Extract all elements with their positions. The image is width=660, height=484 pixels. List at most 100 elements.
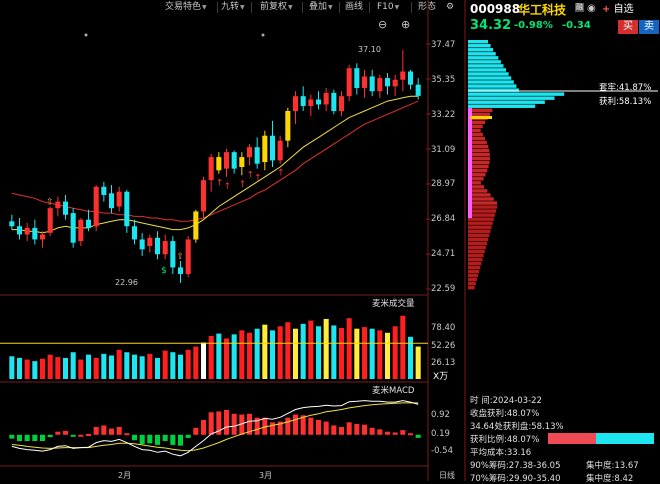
profit-ratio-label: 获利:58.13% bbox=[599, 97, 652, 107]
info-avg-cost: 平均成本:33.16 bbox=[470, 448, 532, 458]
macd-tick-1: 0.19 bbox=[431, 429, 450, 439]
macd-bar bbox=[415, 434, 421, 438]
volume-bar bbox=[124, 352, 130, 379]
volume-bar bbox=[24, 359, 30, 379]
macd-bar bbox=[392, 432, 398, 435]
volume-bar bbox=[254, 328, 260, 379]
volume-bar bbox=[384, 332, 391, 379]
high-price-label: 37.10 bbox=[358, 45, 381, 54]
chip-bar bbox=[468, 245, 486, 250]
candle-body bbox=[246, 147, 253, 158]
macd-bar bbox=[354, 423, 360, 435]
stock-side-panel: 000988 华工科技 融 ◉ + 自选 34.32 -0.98% -0.34 … bbox=[466, 0, 660, 484]
candle-body bbox=[300, 96, 306, 107]
macd-bar bbox=[70, 434, 76, 437]
macd-bar bbox=[177, 434, 184, 446]
candle-body bbox=[131, 226, 138, 240]
candle-body bbox=[16, 226, 23, 235]
candle-body bbox=[55, 201, 61, 209]
volume-tick-1: 52.26 bbox=[431, 341, 456, 351]
candle-body bbox=[285, 111, 291, 141]
candle-body bbox=[308, 99, 314, 107]
volume-bar bbox=[9, 356, 15, 379]
chip-bar bbox=[468, 52, 496, 56]
macd-bar bbox=[185, 434, 191, 438]
candle-body bbox=[384, 78, 391, 87]
dot-marker bbox=[84, 33, 88, 37]
candle-body bbox=[193, 211, 199, 240]
candle-body bbox=[70, 213, 76, 243]
chip-bar bbox=[468, 241, 488, 246]
change-amount: -0.34 bbox=[562, 20, 591, 31]
macd-bar bbox=[32, 434, 38, 441]
macd-bar bbox=[154, 434, 161, 445]
macd-bar bbox=[47, 434, 53, 438]
macd-bar bbox=[231, 413, 237, 435]
volume-bar bbox=[369, 328, 375, 379]
macd-bar bbox=[116, 427, 122, 435]
volume-bar bbox=[154, 357, 161, 379]
chip-bar bbox=[468, 44, 491, 48]
price-tick-7: 22.59 bbox=[431, 284, 456, 294]
avg-cost-marker bbox=[470, 116, 492, 119]
candle-body bbox=[323, 92, 329, 105]
macd-bar bbox=[223, 409, 230, 435]
macd-bar bbox=[93, 427, 99, 435]
candle-body bbox=[239, 157, 245, 167]
candle-body bbox=[292, 96, 299, 112]
candle-body bbox=[78, 219, 84, 242]
buy-button[interactable]: 买 bbox=[618, 20, 638, 34]
candle-body bbox=[346, 68, 352, 97]
price-tick-6: 24.71 bbox=[431, 249, 456, 259]
candle-body bbox=[338, 96, 345, 112]
volume-bar bbox=[116, 349, 122, 379]
candle-body bbox=[277, 140, 283, 161]
candle-body bbox=[47, 208, 53, 233]
info-icon[interactable]: ◉ bbox=[587, 3, 596, 14]
volume-bar bbox=[392, 326, 398, 379]
chip-bar bbox=[468, 269, 480, 274]
sell-button[interactable]: 卖 bbox=[639, 20, 659, 34]
period-daily-button[interactable]: 日线 bbox=[439, 470, 455, 481]
volume-bar bbox=[292, 328, 299, 379]
info-price-profit: 34.64处获利盘:58.13% bbox=[470, 422, 564, 432]
plus-icon: + bbox=[602, 4, 611, 15]
profit-ratio-bar-profit bbox=[548, 433, 596, 444]
volume-title: 麦米成交量 bbox=[372, 299, 415, 309]
info-chip70: 70%筹码:29.90-35.40 bbox=[470, 474, 561, 484]
change-percent: -0.98% bbox=[514, 20, 553, 31]
macd-bar bbox=[369, 427, 375, 435]
candle-body bbox=[62, 201, 69, 215]
macd-tick-0: 0.92 bbox=[431, 410, 450, 420]
chip-bar bbox=[468, 100, 545, 104]
candle-body bbox=[200, 180, 207, 212]
macd-bar bbox=[55, 431, 61, 435]
volume-bar bbox=[246, 332, 253, 379]
kline-chart[interactable]: ↑ ↑ ↑↑ ↑ ↑$⇧⇧ bbox=[0, 0, 466, 481]
volume-tick-2: 26.13 bbox=[431, 358, 456, 368]
macd-bar bbox=[139, 434, 145, 445]
chart-grid bbox=[0, 0, 466, 481]
volume-bar bbox=[200, 342, 207, 379]
volume-bar bbox=[415, 346, 421, 379]
macd-bar bbox=[384, 431, 391, 435]
dollar-icon: $ bbox=[161, 266, 167, 276]
chip-bar bbox=[468, 285, 475, 290]
volume-bar bbox=[323, 318, 329, 379]
chip-bar bbox=[468, 257, 483, 262]
trap-ratio-label: 套牢:41.87% bbox=[599, 83, 652, 93]
up-arrow-icon: ↑ bbox=[216, 179, 224, 189]
candle-body bbox=[177, 267, 184, 275]
price-tick-5: 26.84 bbox=[431, 214, 456, 224]
volume-bar bbox=[377, 330, 383, 379]
macd-bar bbox=[85, 434, 92, 436]
add-watchlist-button[interactable]: + 自选 bbox=[602, 0, 634, 15]
macd-bar bbox=[101, 425, 107, 435]
price-tick-2: 33.22 bbox=[431, 110, 456, 120]
macd-bar bbox=[200, 420, 207, 435]
chip-bar bbox=[468, 249, 485, 254]
chip-bar bbox=[468, 209, 497, 213]
chip-bar bbox=[468, 72, 509, 76]
candlestick-series bbox=[9, 50, 421, 283]
candle-body bbox=[216, 157, 222, 171]
